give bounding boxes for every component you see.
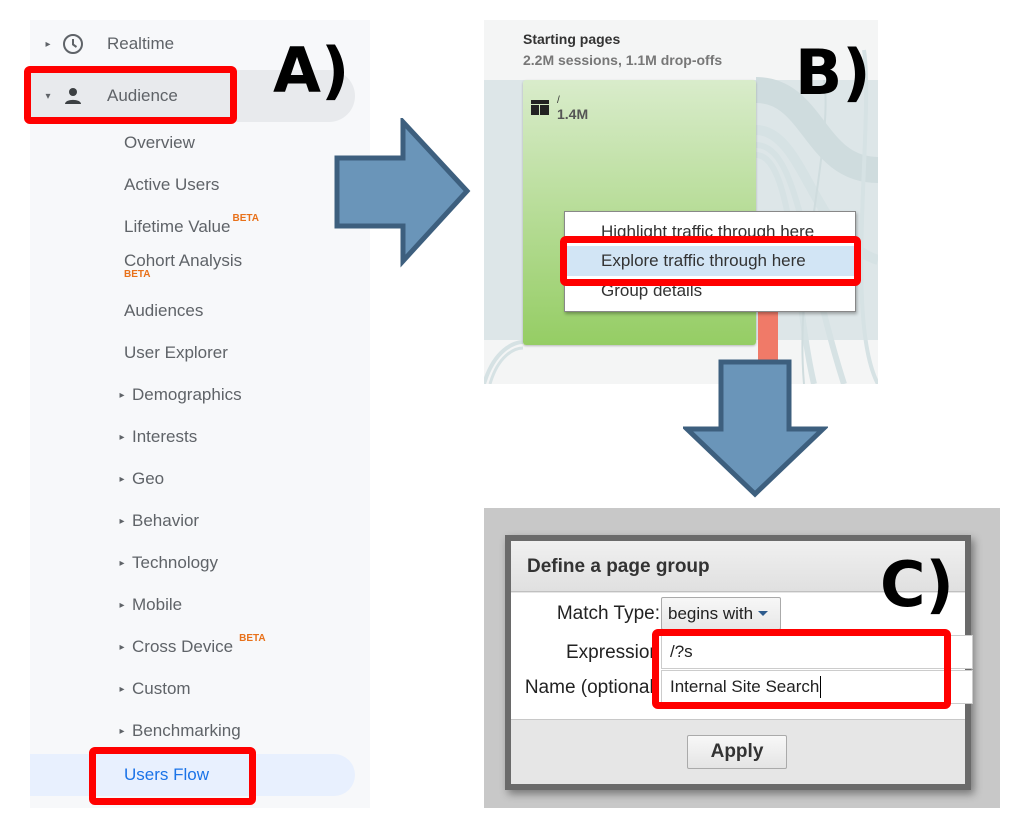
sidebar-item-label: Lifetime Value — [124, 217, 231, 236]
sidebar-item-label: Cohort Analysis — [124, 251, 243, 270]
sidebar-item-custom[interactable]: ▸ Custom — [116, 674, 191, 704]
caret-right-icon: ▸ — [119, 641, 125, 653]
sidebar-item-label: Demographics — [132, 385, 242, 404]
chevron-down-icon — [758, 611, 769, 616]
sidebar-item-geo[interactable]: ▸ Geo — [116, 464, 164, 494]
sidebar-item-user-explorer[interactable]: User Explorer — [124, 338, 228, 368]
label-c: C) — [880, 548, 954, 621]
node-value: 1.4M — [557, 106, 589, 122]
sidebar-item-demographics[interactable]: ▸ Demographics — [116, 380, 242, 410]
name-label: Name (optional) — [524, 677, 660, 698]
sidebar-item-label: Audiences — [124, 301, 204, 320]
label-b: B) — [795, 36, 871, 109]
page-layout-icon — [531, 100, 549, 115]
column-title: Starting pages — [523, 31, 621, 47]
arrow-right-icon — [334, 118, 471, 268]
sidebar-item-label: Overview — [124, 133, 195, 152]
caret-right-icon: ▸ — [119, 725, 125, 737]
highlight-audience — [24, 66, 237, 124]
dialog-title: Define a page group — [527, 556, 710, 577]
match-type-label: Match Type: — [556, 603, 660, 624]
node-path: / — [557, 95, 560, 106]
arrow-down-icon — [683, 359, 828, 498]
sidebar-item-cross-device[interactable]: ▸ Cross Device BETA — [116, 632, 266, 662]
caret-right-icon: ▸ — [119, 515, 125, 527]
sidebar-item-label: Interests — [132, 427, 198, 446]
beta-badge: BETA — [232, 212, 259, 224]
match-type-value: begins with — [668, 603, 754, 623]
clock-icon — [60, 31, 86, 57]
apply-button[interactable]: Apply — [687, 735, 787, 769]
highlight-users-flow — [89, 747, 256, 805]
caret-right-icon: ▸ — [119, 683, 125, 695]
sidebar-item-interests[interactable]: ▸ Interests — [116, 422, 197, 452]
caret-right-icon: ▸ — [119, 389, 125, 401]
sidebar-nav: ▸ Realtime ▾ Audience Overview Active Us… — [30, 20, 370, 808]
sidebar-item-label: Behavior — [132, 511, 200, 530]
sidebar-item-label: Cross Device — [132, 637, 234, 656]
match-type-select[interactable]: begins with — [661, 597, 781, 630]
beta-badge: BETA — [124, 269, 151, 280]
highlight-expression-name — [652, 629, 951, 709]
sidebar-item-label: User Explorer — [124, 343, 228, 362]
sidebar-item-behavior[interactable]: ▸ Behavior — [116, 506, 199, 536]
sidebar-item-technology[interactable]: ▸ Technology — [116, 548, 218, 578]
caret-right-icon: ▸ — [45, 38, 51, 50]
sidebar-item-label: Mobile — [132, 595, 183, 614]
label-a: A) — [273, 34, 350, 107]
sidebar-item-label: Technology — [132, 553, 219, 572]
sidebar-item-lifetime-value[interactable]: Lifetime Value BETA — [124, 212, 259, 242]
sidebar-item-label: Realtime — [107, 34, 175, 53]
sidebar-item-audiences[interactable]: Audiences — [124, 296, 203, 326]
sidebar-item-label: Active Users — [124, 175, 220, 194]
caret-right-icon: ▸ — [119, 557, 125, 569]
caret-right-icon: ▸ — [119, 431, 125, 443]
beta-badge: BETA — [239, 632, 266, 644]
sidebar-item-benchmarking[interactable]: ▸ Benchmarking — [116, 716, 241, 746]
sidebar-item-overview[interactable]: Overview — [124, 128, 195, 158]
sidebar-item-label: Geo — [132, 469, 165, 488]
sidebar-item-realtime[interactable]: ▸ Realtime — [42, 24, 174, 64]
highlight-explore-traffic — [560, 236, 861, 286]
sidebar-item-label: Custom — [132, 679, 191, 698]
caret-right-icon: ▸ — [119, 599, 125, 611]
sidebar-item-cohort-analysis[interactable]: Cohort Analysis BETA — [124, 252, 242, 280]
expression-label: Expression — [566, 642, 660, 663]
sidebar-item-active-users[interactable]: Active Users — [124, 170, 219, 200]
sidebar-item-label: Benchmarking — [132, 721, 241, 740]
column-summary: 2.2M sessions, 1.1M drop-offs — [523, 52, 723, 68]
caret-right-icon: ▸ — [119, 473, 125, 485]
sidebar-item-mobile[interactable]: ▸ Mobile — [116, 590, 182, 620]
